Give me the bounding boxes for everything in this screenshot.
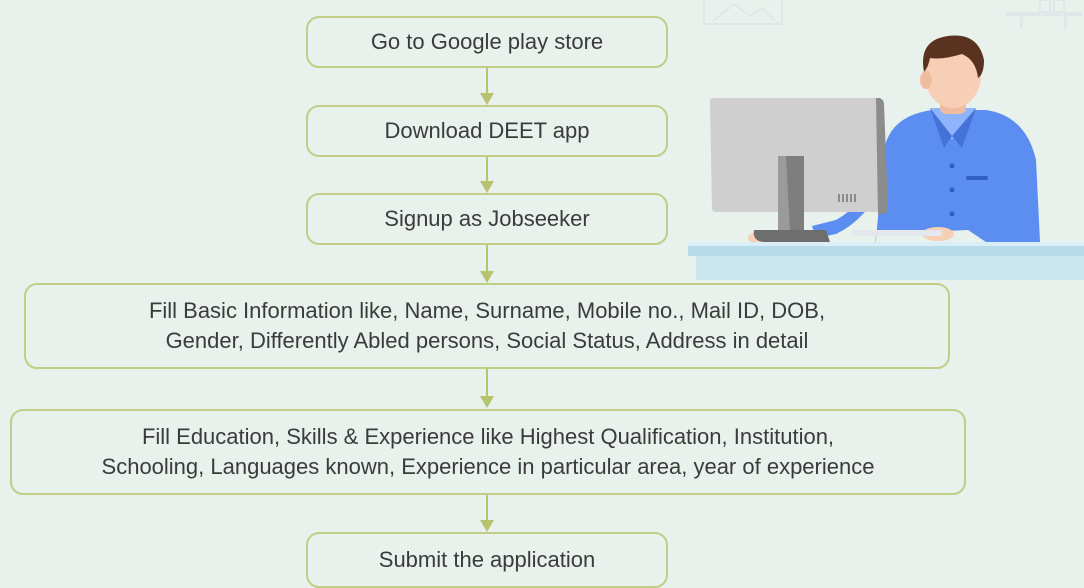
person-at-computer-icon [688, 35, 1084, 280]
step-submit-application: Submit the application [306, 532, 668, 588]
step-education-skills-experience: Fill Education, Skills & Experience like… [10, 409, 966, 495]
step-download-deet-app: Download DEET app [306, 105, 668, 157]
down-arrow-icon [480, 157, 494, 193]
step-label: Fill Education, Skills & Experience like… [101, 424, 875, 479]
step-label: Signup as Jobseeker [384, 206, 590, 231]
step-google-play-store: Go to Google play store [306, 16, 668, 68]
background-frame-decoration [703, 0, 783, 25]
step-label: Submit the application [378, 547, 596, 572]
step-label: Fill Basic Information like, Name, Surna… [148, 298, 826, 353]
step-signup-jobseeker: Signup as Jobseeker [306, 193, 668, 245]
background-shelf-decoration [1006, 0, 1082, 28]
down-arrow-icon [480, 495, 494, 532]
step-basic-information: Fill Basic Information like, Name, Surna… [24, 283, 950, 369]
step-label: Go to Google play store [370, 29, 604, 54]
down-arrow-icon [480, 369, 494, 408]
step-label: Download DEET app [384, 118, 590, 143]
down-arrow-icon [480, 245, 494, 283]
down-arrow-icon [480, 68, 494, 105]
